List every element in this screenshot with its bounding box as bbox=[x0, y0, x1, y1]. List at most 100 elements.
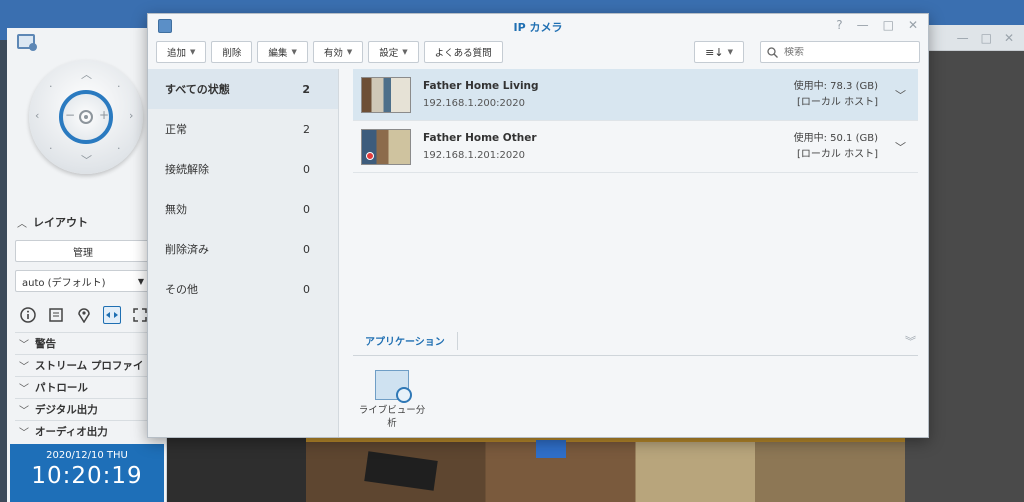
faq-button[interactable]: よくある質問 bbox=[423, 41, 503, 63]
settings-button[interactable]: 設定 ▼ bbox=[368, 41, 419, 63]
add-button[interactable]: 追加 ▼ bbox=[156, 41, 207, 63]
minimize-icon[interactable]: — bbox=[857, 18, 869, 32]
edit-button[interactable]: 編集 ▼ bbox=[257, 41, 308, 63]
clock-widget: 2020/12/10 THU 10:20:19 bbox=[10, 444, 164, 502]
applications-header: アプリケーション ︾ bbox=[353, 326, 918, 356]
filter-count: 2 bbox=[302, 82, 310, 96]
maximize-icon[interactable]: □ bbox=[883, 18, 894, 32]
pan-left-icon[interactable]: ‹ bbox=[35, 109, 39, 122]
video-border bbox=[167, 438, 306, 502]
clock-date: 2020/12/10 THU bbox=[46, 450, 128, 461]
filter-normal[interactable]: 正常 2 bbox=[148, 109, 338, 149]
filter-label: その他 bbox=[165, 283, 198, 296]
audio-output-section[interactable]: ﹀ オーディオ出力 bbox=[15, 420, 159, 442]
pan-down-left-icon[interactable]: · bbox=[49, 142, 53, 155]
chevron-down-icon: ﹀ bbox=[19, 384, 29, 395]
panel-section-list: ﹀ 警告 ﹀ ストリーム プロファイ ﹀ パトロール ﹀ デジタル出力 ﹀ オー… bbox=[15, 332, 159, 442]
camera-address: 192.168.1.201:2020 bbox=[423, 150, 525, 161]
recording-indicator-icon bbox=[366, 151, 374, 160]
camera-host: [ローカル ホスト] bbox=[797, 96, 878, 108]
ptz-control-wheel[interactable]: ︿ ﹀ ‹ › · · · · − + bbox=[29, 60, 143, 174]
pan-down-icon[interactable]: ﹀ bbox=[81, 152, 92, 168]
edit-label: 編集 bbox=[268, 48, 288, 59]
bg-minimize-icon[interactable]: — bbox=[957, 31, 969, 45]
help-icon[interactable]: ? bbox=[836, 18, 842, 32]
ip-camera-window: IP カメラ ? — □ ✕ 追加 ▼ 削除 編集 ▼ 有効 ▼ 設定 ▼ よく… bbox=[147, 13, 929, 438]
chevron-down-icon: ﹀ bbox=[19, 428, 29, 439]
chevron-up-icon: ︿ bbox=[17, 218, 27, 230]
patrol-section[interactable]: ﹀ パトロール bbox=[15, 376, 159, 398]
camera-row[interactable]: Father Home Other 192.168.1.201:2020 使用中… bbox=[353, 121, 918, 173]
filter-other[interactable]: その他 0 bbox=[148, 269, 338, 309]
close-icon[interactable]: ✕ bbox=[908, 18, 918, 32]
pan-right-icon[interactable]: › bbox=[129, 109, 133, 122]
layout-section-header[interactable]: ︿ レイアウト bbox=[17, 214, 157, 230]
section-label: デジタル出力 bbox=[35, 404, 98, 416]
collapse-icon[interactable]: ︾ bbox=[905, 333, 916, 349]
layout-select[interactable]: auto (デフォルト) ▼ bbox=[15, 270, 151, 292]
bg-close-icon[interactable]: ✕ bbox=[1004, 31, 1014, 45]
location-pin-icon[interactable] bbox=[75, 306, 93, 324]
app-tile-label: ライブビュー分析 bbox=[358, 405, 426, 429]
section-label: パトロール bbox=[35, 382, 88, 394]
stream-profile-section[interactable]: ﹀ ストリーム プロファイ bbox=[15, 354, 159, 376]
toolbar: 追加 ▼ 削除 編集 ▼ 有効 ▼ 設定 ▼ よくある質問 ≡↓ ▼ bbox=[156, 40, 920, 64]
filter-label: 削除済み bbox=[165, 243, 209, 256]
expand-chevron-icon[interactable]: ﹀ bbox=[895, 139, 906, 155]
window-controls: ? — □ ✕ bbox=[836, 18, 918, 32]
enable-button[interactable]: 有効 ▼ bbox=[312, 41, 364, 63]
pan-down-right-icon[interactable]: · bbox=[117, 142, 121, 155]
search-input[interactable] bbox=[784, 46, 904, 58]
window-titlebar[interactable]: IP カメラ ? — □ ✕ bbox=[148, 14, 928, 40]
expand-chevron-icon[interactable]: ﹀ bbox=[895, 87, 906, 103]
live-view-control-panel: ︿ ﹀ ‹ › · · · · − + ︿ レイアウト 管理 auto (デフォ… bbox=[7, 28, 167, 502]
filter-label: すべての状態 bbox=[165, 83, 230, 96]
info-icon[interactable] bbox=[19, 306, 37, 324]
pan-up-left-icon[interactable]: · bbox=[49, 80, 53, 93]
camera-info: Father Home Other 192.168.1.201:2020 bbox=[423, 132, 537, 161]
camera-list: Father Home Living 192.168.1.200:2020 使用… bbox=[353, 69, 918, 437]
filter-disconnected[interactable]: 接続解除 0 bbox=[148, 149, 338, 189]
storage-usage: 使用中: 78.3 (GB) bbox=[793, 80, 878, 92]
add-label: 追加 bbox=[167, 48, 187, 59]
search-box[interactable] bbox=[760, 41, 920, 63]
ptz-home-icon[interactable] bbox=[79, 110, 93, 124]
camera-info: Father Home Living 192.168.1.200:2020 bbox=[423, 80, 539, 109]
filter-count: 0 bbox=[303, 282, 310, 296]
filter-count: 0 bbox=[303, 202, 310, 216]
faq-label: よくある質問 bbox=[434, 48, 492, 59]
bg-maximize-icon[interactable]: □ bbox=[981, 31, 992, 45]
sort-button[interactable]: ≡↓ ▼ bbox=[694, 41, 744, 63]
filter-all-status[interactable]: すべての状態 2 bbox=[148, 69, 338, 109]
live-view-analytics-app[interactable]: ライブビュー分析 bbox=[357, 370, 427, 430]
status-filter-sidebar: すべての状態 2 正常 2 接続解除 0 無効 0 削除済み 0 その他 0 bbox=[148, 69, 339, 437]
manage-layout-button[interactable]: 管理 bbox=[15, 240, 151, 262]
applications-panel: アプリケーション ︾ ライブビュー分析 bbox=[353, 326, 918, 429]
pan-up-icon[interactable]: ︿ bbox=[81, 66, 92, 82]
digital-output-section[interactable]: ﹀ デジタル出力 bbox=[15, 398, 159, 420]
camera-storage: 使用中: 50.1 (GB) [ローカル ホスト] bbox=[794, 131, 878, 163]
filter-count: 0 bbox=[303, 242, 310, 256]
camera-row[interactable]: Father Home Living 192.168.1.200:2020 使用… bbox=[353, 69, 918, 121]
filter-count: 0 bbox=[303, 162, 310, 176]
live-video-feed[interactable] bbox=[306, 438, 905, 502]
camera-thumbnail bbox=[361, 128, 411, 165]
chevron-down-icon: ﹀ bbox=[19, 340, 29, 351]
camera-storage: 使用中: 78.3 (GB) [ローカル ホスト] bbox=[794, 79, 878, 111]
filter-deleted[interactable]: 削除済み 0 bbox=[148, 229, 338, 269]
alert-section[interactable]: ﹀ 警告 bbox=[15, 332, 159, 354]
tab-applications[interactable]: アプリケーション bbox=[353, 331, 458, 350]
zoom-in-icon[interactable]: + bbox=[99, 108, 109, 122]
filter-label: 接続解除 bbox=[165, 163, 209, 176]
delete-button[interactable]: 削除 bbox=[211, 41, 253, 63]
section-label: 警告 bbox=[35, 338, 56, 350]
zoom-out-icon[interactable]: − bbox=[65, 108, 75, 122]
camera-address: 192.168.1.200:2020 bbox=[423, 98, 525, 109]
fit-width-icon[interactable] bbox=[103, 306, 121, 324]
pan-up-right-icon[interactable]: · bbox=[117, 80, 121, 93]
caret-down-icon: ▼ bbox=[402, 48, 408, 56]
document-icon[interactable] bbox=[47, 306, 65, 324]
magnifier-icon bbox=[396, 387, 412, 403]
layout-section-label: レイアウト bbox=[33, 216, 88, 229]
filter-disabled[interactable]: 無効 0 bbox=[148, 189, 338, 229]
